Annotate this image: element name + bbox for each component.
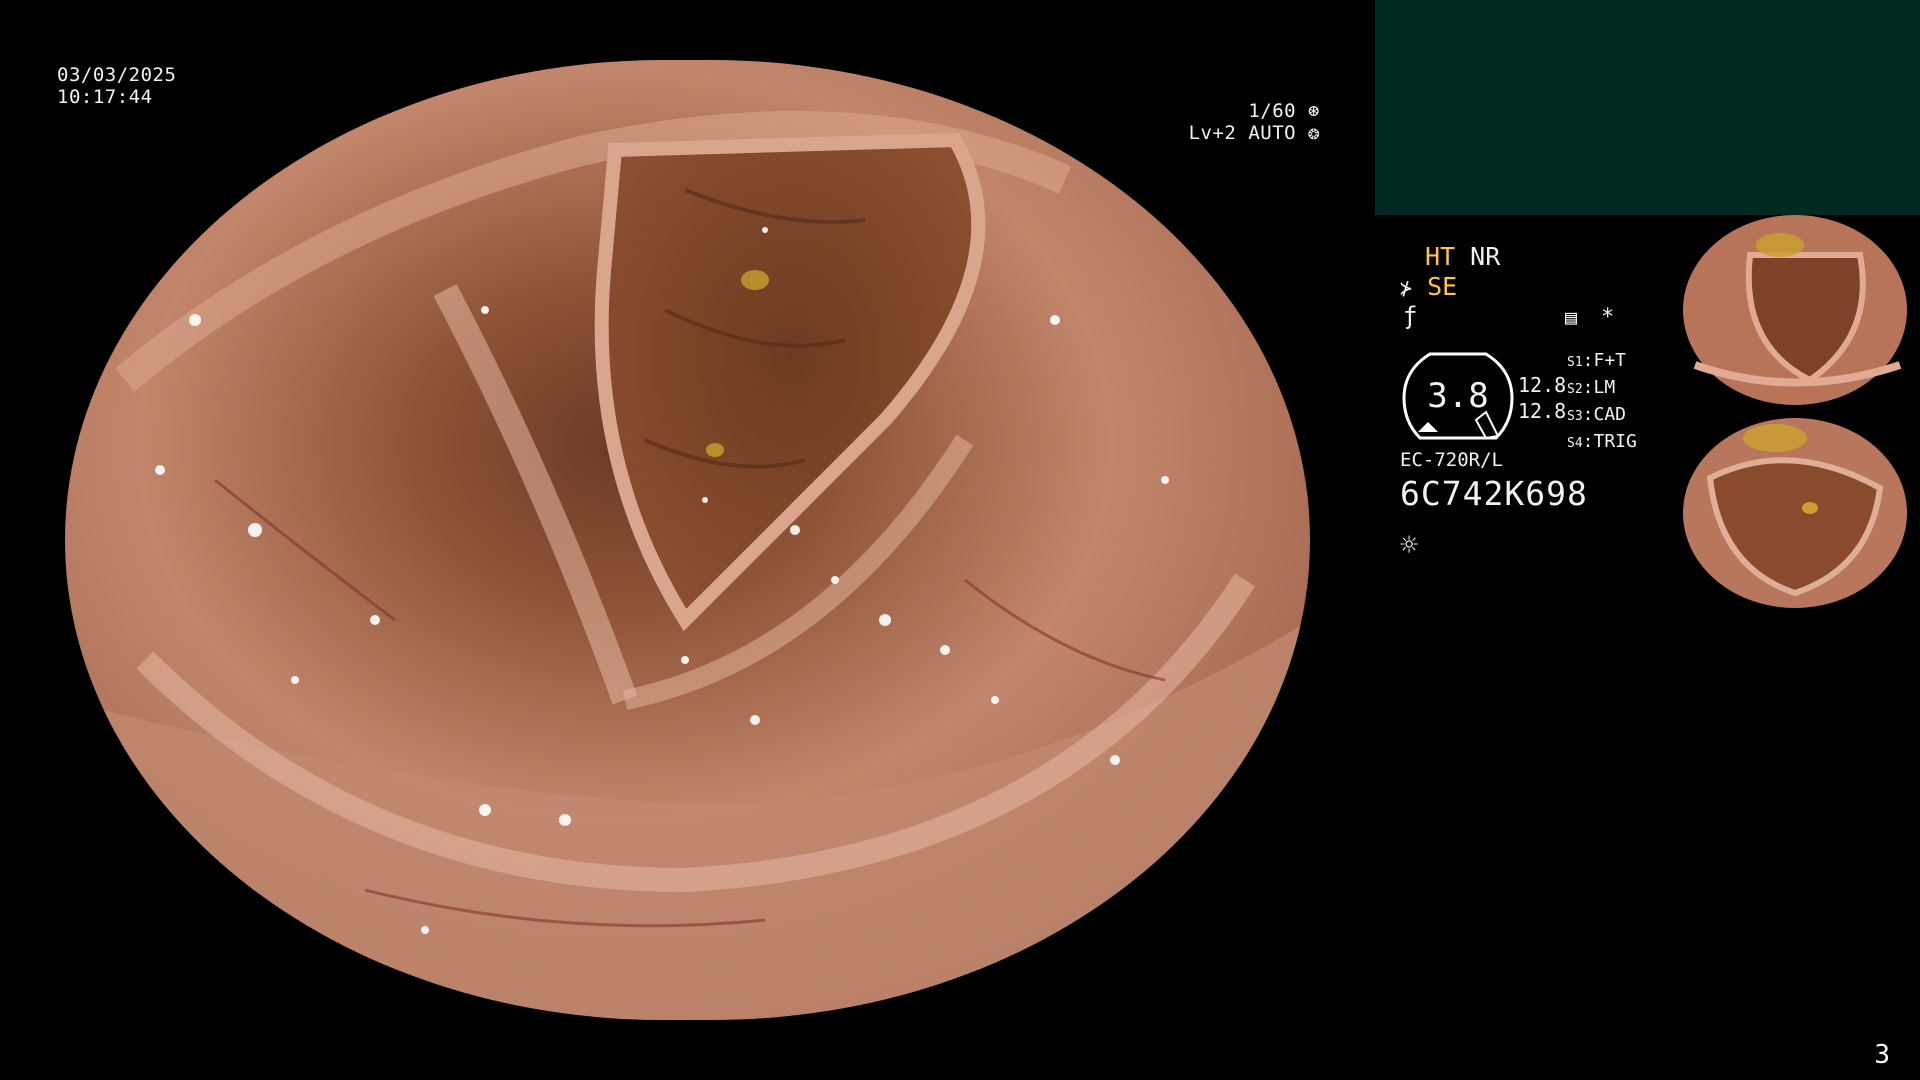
slot-row: S2:LM [1567,377,1616,398]
shutter-icon: ⊛ [1308,100,1320,122]
freeze-icon: ƒ [1403,302,1418,330]
iris-icon: ❂ [1308,122,1320,144]
scope-model: EC-720R/L [1400,449,1503,471]
thumbnail-2[interactable] [1670,418,1920,613]
slot-row: S3:CAD [1567,404,1627,425]
brightness-icon: ☼ [1400,528,1419,563]
datetime-display: 03/03/2025 10:17:44 [57,64,176,108]
level-text: Lv+2 [1188,122,1237,144]
dial-value: 3.8 [1427,376,1489,416]
asterisk-icon: * [1601,305,1615,330]
slot-row: S4:TRIG [1567,431,1637,452]
info-panel [1375,0,1920,215]
scope-serial: 6C742K698 [1400,474,1588,513]
se-indicator: SE [1427,272,1458,301]
iris-mode-text: AUTO [1248,122,1297,144]
value-2: 12.8 [1518,399,1567,423]
slot-row: S1:F+T [1567,350,1627,371]
side-panel: HT NR ⊁ SE ƒ ▤ * 3.8 12.8 12.8 S1:F+T S2… [1375,0,1920,1080]
status-row-1: HT NR [1425,242,1500,271]
page-number: 3 [1874,1040,1890,1070]
time-text: 10:17:44 [57,86,153,108]
memory-icon: ▤ [1565,305,1578,329]
endoscope-frame: 03/03/2025 10:17:44 1/60 ⊛ Lv+2 AUTO ❂ [0,0,1370,1080]
values-column: 12.8 12.8 [1518,372,1566,424]
slot-list: S1:F+T S2:LM S3:CAD S4:TRIG [1567,348,1637,456]
iris-row: Lv+2 AUTO ❂ [1060,122,1320,144]
shutter-row: 1/60 ⊛ [1060,100,1320,122]
value-1: 12.8 [1518,373,1567,397]
status-row-2: ⊁ SE [1400,272,1457,301]
structure-enhance-icon: ⊁ [1400,276,1413,300]
exposure-display: 1/60 ⊛ Lv+2 AUTO ❂ [1060,100,1320,144]
date-text: 03/03/2025 [57,64,177,86]
ht-indicator: HT [1425,242,1456,271]
thumbnail-1[interactable] [1670,215,1920,410]
shutter-text: 1/60 [1248,100,1297,122]
endoscopic-image [65,60,1310,1020]
nr-indicator: NR [1470,242,1501,271]
